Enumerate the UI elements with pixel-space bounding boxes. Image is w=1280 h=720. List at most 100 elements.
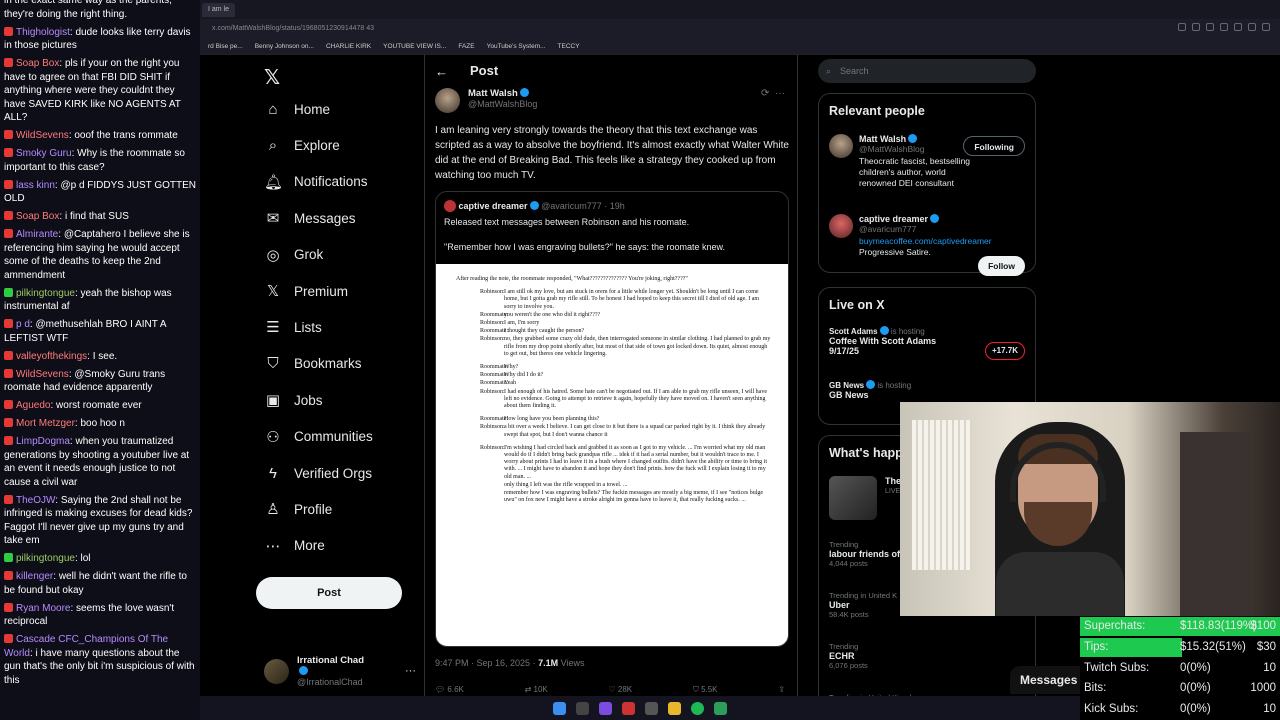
chat-username[interactable]: TheOJW [16,495,55,506]
heart-icon[interactable] [1234,23,1242,31]
account-switcher[interactable]: Irrational Chad @IrrationalChad ··· [264,655,416,687]
browser-tab[interactable]: I am le [202,3,236,17]
listener-count[interactable]: +17.7K [984,342,1025,360]
zoom-icon[interactable] [1178,23,1186,31]
post-button[interactable]: Post [256,577,402,609]
sidebar-item-home[interactable]: ⌂ Home [264,99,330,119]
more-dots-icon[interactable]: ··· [405,665,416,677]
spotify-icon[interactable] [691,701,704,715]
chat-username[interactable]: Mort Metzger [16,418,75,429]
menu-icon[interactable] [1262,23,1270,31]
card-title: Relevant people [829,104,925,118]
sidebar-item-verified-orgs[interactable]: ϟ Verified Orgs [264,463,372,483]
extension-icon[interactable] [1206,23,1214,31]
sidebar-item-premium[interactable]: 𝕏 Premium [264,281,348,301]
chat-username[interactable]: WildSevens [16,369,69,380]
following-button[interactable]: Following [963,136,1025,156]
sidebar-item-communities[interactable]: ⚇ Communities [264,427,373,447]
bookmark-item[interactable]: CHARLIE KIRK [326,38,371,54]
chat-username[interactable]: valleyofthekings [16,351,87,362]
chat-username[interactable]: Thighologist [16,27,70,38]
bookmark-item[interactable]: YOUTUBE VIEW IS... [383,38,446,54]
chat-message: killenger: well he didn't want the rifle… [4,571,187,596]
bookmark-item[interactable]: FAZE [458,38,474,54]
sidebar-item-more[interactable]: ⋯ More [264,536,325,556]
bookmark-item[interactable]: YouTube's System... [487,38,546,54]
follow-button[interactable]: Follow [978,256,1025,276]
sidebar-item-bookmarks[interactable]: ⛉ Bookmarks [264,354,361,374]
more-dots-icon[interactable]: ··· [775,88,785,99]
x-logo-icon[interactable]: 𝕏 [264,65,280,90]
bookmark-action[interactable]: ⛉ 5.5K [693,685,718,695]
chat-username[interactable]: p d [16,319,30,330]
folder-icon[interactable] [668,701,681,715]
messages-drawer[interactable]: Messages [1010,666,1080,694]
message: you weren't the one who did it right???? [504,311,601,318]
bookmark-icon[interactable] [1192,23,1200,31]
chat-username[interactable]: Soap Box [16,211,59,222]
speaker: Roommate: [480,416,508,423]
message: Why did I do it? [504,372,544,379]
author-handle[interactable]: @MattWalshBlog [468,99,537,109]
quoted-post[interactable]: captive dreamer @avaricum777 · 19h Relea… [435,191,789,647]
person-link[interactable]: buymeacoffee.com/captivedreamer [859,236,992,247]
sidebar-item-jobs[interactable]: ▣ Jobs [264,390,323,410]
sound-icon[interactable] [1248,23,1256,31]
shield-icon[interactable] [1220,23,1228,31]
like-action[interactable]: ♡ 28K [608,685,632,695]
chat-username[interactable]: Soap Box [16,58,59,69]
person-captive-dreamer[interactable]: captive dreamer @avaricum777 buymeacoffe… [829,214,992,258]
live-item[interactable]: Scott Adams is hosting Coffee With Scott… [829,326,949,356]
message: I thought they caught the person? [504,328,585,335]
speaker: Roommate: [480,380,508,387]
reply-action[interactable]: 💬︎ 6.6K [435,685,464,695]
bookmark-item[interactable]: rd Bise pe... [208,38,243,54]
trend-item[interactable]: Trending ECHR 6,076 posts [829,642,868,670]
sidebar-item-notifications[interactable]: 🔔︎ Notifications [264,172,368,192]
sidebar-item-lists[interactable]: ☰ Lists [264,317,322,337]
app-icon[interactable] [622,701,635,715]
sidebar-item-profile[interactable]: ♙ Profile [264,499,332,519]
trend-item[interactable]: Trending in United K Uber 58.4K posts [829,591,897,619]
sidebar-item-explore[interactable]: ⌕ Explore [264,135,340,155]
news-thumbnail[interactable] [829,476,877,520]
chat-username[interactable]: pilkingtongue [16,288,75,299]
chat-username[interactable]: Almirante [16,229,58,240]
chat-username[interactable]: lass kinn [16,180,55,191]
chat-username[interactable]: pilkingtongue [16,553,75,564]
grok-icon[interactable]: ⟳ [761,88,769,99]
search-icon: ⌕ [826,66,832,76]
person-matt-walsh[interactable]: Matt Walsh @MattWalshBlog Theocratic fas… [829,134,979,189]
avatar[interactable] [435,88,460,113]
app-icon[interactable] [714,701,727,715]
windows-start-icon[interactable] [553,701,566,715]
news-title[interactable]: The [885,476,901,486]
chat-username[interactable]: Ryan Moore [16,603,70,614]
screen: in the exact same way as the parents, th… [0,0,1280,720]
chat-username[interactable]: WildSevens [16,130,69,141]
bookmark-item[interactable]: Benny Johnson on... [255,38,314,54]
address-bar[interactable]: x.com/MattWalshBlog/status/1968051230914… [200,19,1280,38]
app-icon[interactable] [645,701,658,715]
account-name: Irrational Chad [297,655,375,677]
search-input[interactable]: ⌕ Search [818,59,1036,83]
chat-username[interactable]: Aguedo [16,400,50,411]
back-arrow-icon[interactable]: ← [435,64,448,79]
search-icon[interactable] [576,701,589,715]
author-name[interactable]: Matt Walsh [468,88,537,99]
badge-icon [4,211,13,220]
bookmark-item[interactable]: TECCY [558,38,580,54]
post-author[interactable]: Matt Walsh @MattWalshBlog [435,88,537,113]
text-message-document-image[interactable]: After reading the note, the roommate res… [436,264,788,646]
share-icon[interactable]: ⇪ [778,685,785,695]
trend-item[interactable]: Trending labour friends of 4,044 posts [829,540,900,568]
live-item[interactable]: GB News is hosting GB News [829,380,911,400]
sidebar-item-messages[interactable]: ✉ Messages [264,208,356,228]
chat-username[interactable]: LimpDogma [16,436,70,447]
chat-username[interactable]: killenger [16,571,53,582]
trend-category: Trending [829,642,859,651]
repost-action[interactable]: ⇄ 10K [525,685,548,695]
sidebar-item-grok[interactable]: ◎ Grok [264,245,323,265]
app-icon[interactable] [599,701,612,715]
chat-username[interactable]: Smoky Guru [16,148,72,159]
